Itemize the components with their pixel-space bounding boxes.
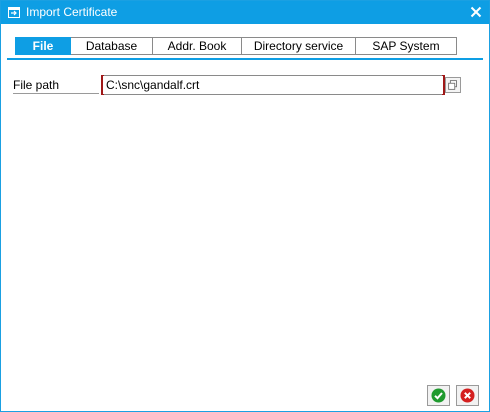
cancel-button[interactable] [456, 385, 479, 406]
tab-database[interactable]: Database [71, 37, 153, 55]
green-check-icon [431, 388, 446, 403]
import-window-icon [8, 7, 20, 18]
file-path-field-container [101, 75, 445, 95]
import-certificate-dialog: Import Certificate File Database Addr. B… [0, 0, 490, 412]
file-path-label: File path [13, 78, 60, 92]
close-icon[interactable] [468, 4, 484, 20]
value-help-icon[interactable] [445, 77, 461, 93]
file-path-input[interactable] [106, 77, 436, 93]
tab-addr-book[interactable]: Addr. Book [153, 37, 242, 55]
tab-file[interactable]: File [15, 37, 71, 55]
tab-sap-system[interactable]: SAP System [356, 37, 457, 55]
red-cancel-icon [460, 388, 475, 403]
title-bar: Import Certificate [1, 1, 489, 24]
label-underline [13, 93, 99, 94]
window-title: Import Certificate [26, 5, 118, 19]
tab-strip: File Database Addr. Book Directory servi… [15, 37, 457, 55]
ok-button[interactable] [427, 385, 450, 406]
tab-underline [7, 58, 483, 60]
tab-directory-service[interactable]: Directory service [242, 37, 356, 55]
